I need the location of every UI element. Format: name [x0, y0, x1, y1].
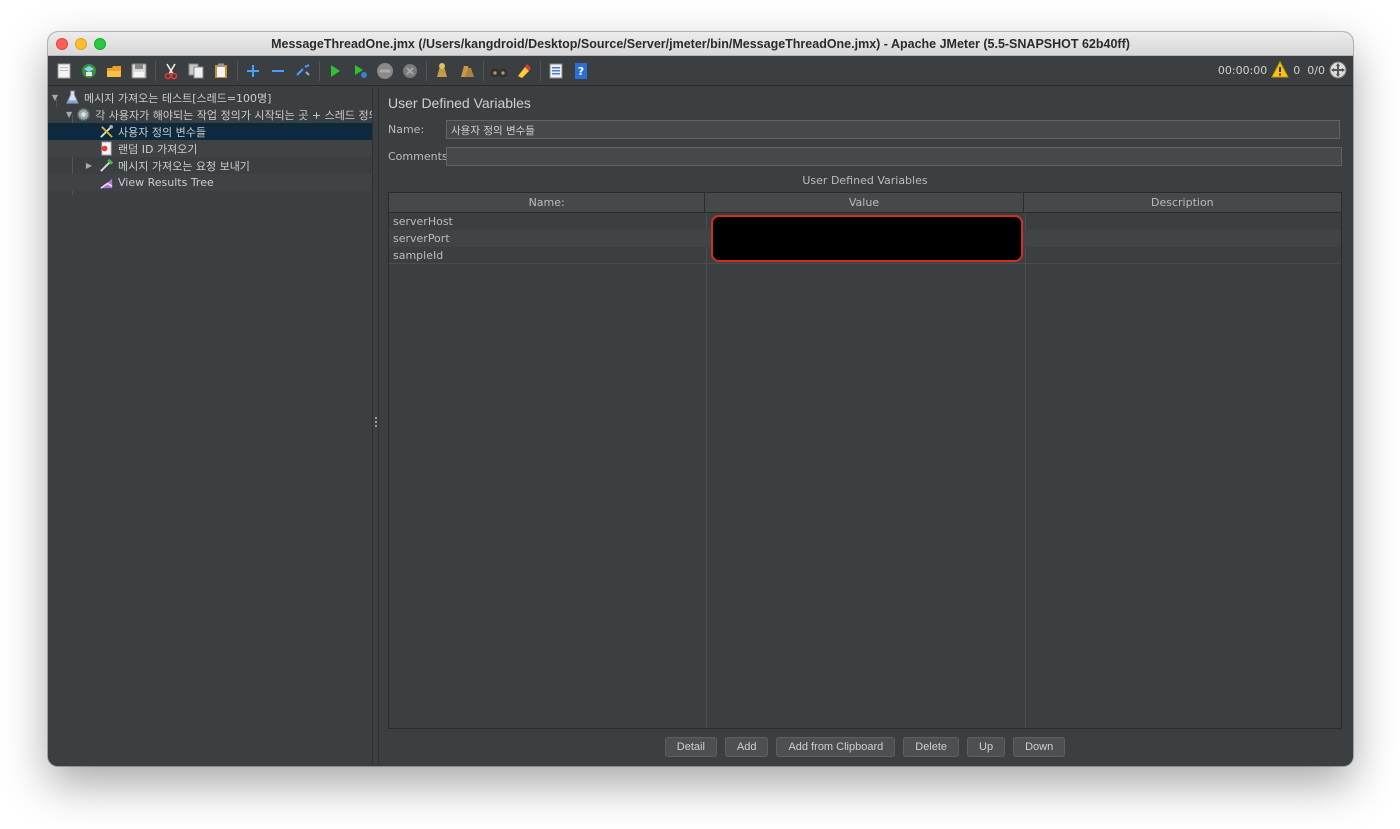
variable-description-cell[interactable] — [1024, 213, 1341, 230]
tree-item-label: 랜덤 ID 가져오기 — [118, 142, 198, 156]
elapsed-timer: 00:00:00 — [1217, 63, 1268, 77]
warning-count: 0 — [1293, 63, 1301, 77]
split-pane-divider[interactable] — [372, 87, 379, 766]
toolbar-separator — [319, 60, 320, 81]
column-divider — [706, 213, 707, 728]
comments-label: Comments: — [388, 149, 452, 163]
copy-icon[interactable] — [186, 61, 206, 81]
up-button[interactable]: Up — [967, 737, 1006, 757]
clear-all-icon[interactable] — [457, 61, 477, 81]
collapsed-arrow-icon[interactable]: ▶ — [84, 161, 94, 170]
variable-name-cell[interactable]: serverHost — [389, 213, 705, 230]
column-header-value[interactable]: Value — [705, 193, 1024, 212]
toggle-icon[interactable] — [293, 61, 313, 81]
clear-icon[interactable] — [432, 61, 452, 81]
comments-row: Comments: — [388, 146, 1353, 166]
csv-data-icon — [98, 141, 114, 157]
reset-search-icon[interactable] — [514, 61, 534, 81]
name-label: Name: — [388, 122, 425, 136]
active-threads: 0/0 — [1307, 63, 1325, 77]
tree-item-label: View Results Tree — [118, 176, 214, 189]
divider-grip[interactable] — [375, 417, 377, 429]
collapse-icon[interactable] — [268, 61, 288, 81]
add-from-clipboard-button[interactable]: Add from Clipboard — [776, 737, 896, 757]
listener-icon — [98, 175, 114, 191]
remote-engines-icon[interactable] — [1329, 61, 1347, 79]
variable-name-cell[interactable]: serverPort — [389, 230, 705, 247]
tree-item-user-defined-variables[interactable]: 사용자 정의 변수들 — [48, 123, 372, 140]
cut-icon[interactable] — [161, 61, 181, 81]
column-header-name[interactable]: Name: — [389, 193, 706, 212]
config-panel: User Defined Variables Name: 사용자 정의 변수들 … — [379, 87, 1353, 766]
main-toolbar: ? 00:00:00 0 0/0 — [48, 56, 1353, 86]
maximize-window-button[interactable] — [94, 38, 106, 50]
name-row: Name: 사용자 정의 변수들 — [388, 119, 1353, 139]
close-window-button[interactable] — [56, 38, 68, 50]
tree-item-label: 각 사용자가 해야되는 작업 정의가 시작되는 곳 + 스레드 정의 — [95, 108, 379, 122]
column-header-description[interactable]: Description — [1024, 193, 1341, 212]
toolbar-separator — [237, 60, 238, 81]
jmeter-window: MessageThreadOne.jmx (/Users/kangdroid/D… — [48, 32, 1353, 766]
delete-button[interactable]: Delete — [903, 737, 960, 757]
test-plan-icon — [64, 90, 80, 106]
tree-item-http-sampler[interactable]: ▶ 메시지 가져오는 요청 보내기 — [48, 157, 372, 174]
toolbar-separator — [155, 60, 156, 81]
shutdown-icon[interactable] — [400, 61, 420, 81]
config-element-icon — [98, 124, 114, 140]
templates-icon[interactable] — [79, 61, 99, 81]
variable-description-cell[interactable] — [1024, 230, 1341, 247]
tree-item-label: 메시지 가져오는 테스트[스레드=100명] — [84, 91, 272, 105]
expand-arrow-icon[interactable]: ▼ — [66, 110, 72, 119]
title-bar: MessageThreadOne.jmx (/Users/kangdroid/D… — [48, 32, 1353, 56]
table-actions: Detail Add Add from Clipboard Delete Up … — [388, 737, 1342, 757]
window-title: MessageThreadOne.jmx (/Users/kangdroid/D… — [271, 36, 1130, 51]
variables-group-title: User Defined Variables — [802, 174, 928, 187]
save-icon[interactable] — [129, 61, 149, 81]
stop-icon[interactable] — [375, 61, 395, 81]
tree-item-label: 사용자 정의 변수들 — [118, 125, 206, 139]
main-content: ▼ 메시지 가져오는 테스트[스레드=100명] ▼ 각 사용자가 해야되는 작… — [48, 87, 1353, 766]
panel-title: User Defined Variables — [388, 95, 531, 111]
sampler-icon — [98, 158, 114, 174]
open-icon[interactable] — [104, 61, 124, 81]
variable-description-cell[interactable] — [1024, 247, 1341, 263]
down-button[interactable]: Down — [1013, 737, 1066, 757]
thread-group-icon — [76, 107, 91, 123]
paste-icon[interactable] — [211, 61, 231, 81]
variables-table[interactable]: Name: Value Description serverHost serve… — [388, 192, 1342, 729]
expand-icon[interactable] — [243, 61, 263, 81]
toolbar-separator — [426, 60, 427, 81]
toolbar-status: 00:00:00 0 0/0 — [1218, 61, 1347, 79]
tree-item-label: 메시지 가져오는 요청 보내기 — [118, 159, 250, 173]
tree-item-csv-data[interactable]: 랜덤 ID 가져오기 — [48, 140, 372, 157]
function-helper-icon[interactable] — [546, 61, 566, 81]
column-divider — [1025, 213, 1026, 728]
toolbar-separator — [483, 60, 484, 81]
tree-item-test-plan[interactable]: ▼ 메시지 가져오는 테스트[스레드=100명] — [48, 89, 372, 106]
table-header: Name: Value Description — [389, 193, 1341, 213]
tree-item-view-results-tree[interactable]: View Results Tree — [48, 174, 372, 191]
detail-button[interactable]: Detail — [664, 737, 717, 757]
variable-name-cell[interactable]: sampleId — [389, 247, 705, 263]
window-controls — [56, 38, 106, 50]
new-icon[interactable] — [54, 61, 74, 81]
redaction-box — [711, 215, 1023, 262]
expand-arrow-icon[interactable]: ▼ — [50, 93, 60, 102]
start-icon[interactable] — [325, 61, 345, 81]
tree-item-thread-group[interactable]: ▼ 각 사용자가 해야되는 작업 정의가 시작되는 곳 + 스레드 정의 — [48, 106, 379, 123]
search-icon[interactable] — [489, 61, 509, 81]
minimize-window-button[interactable] — [75, 38, 87, 50]
toolbar-separator — [540, 60, 541, 81]
warning-icon[interactable] — [1271, 61, 1290, 79]
comments-input[interactable] — [446, 146, 1342, 166]
test-plan-tree[interactable]: ▼ 메시지 가져오는 테스트[스레드=100명] ▼ 각 사용자가 해야되는 작… — [48, 87, 379, 766]
start-no-pause-icon[interactable] — [350, 61, 370, 81]
add-button[interactable]: Add — [724, 737, 769, 757]
help-icon[interactable]: ? — [571, 61, 591, 81]
svg-text:?: ? — [578, 65, 584, 78]
name-input[interactable]: 사용자 정의 변수들 — [446, 119, 1340, 139]
